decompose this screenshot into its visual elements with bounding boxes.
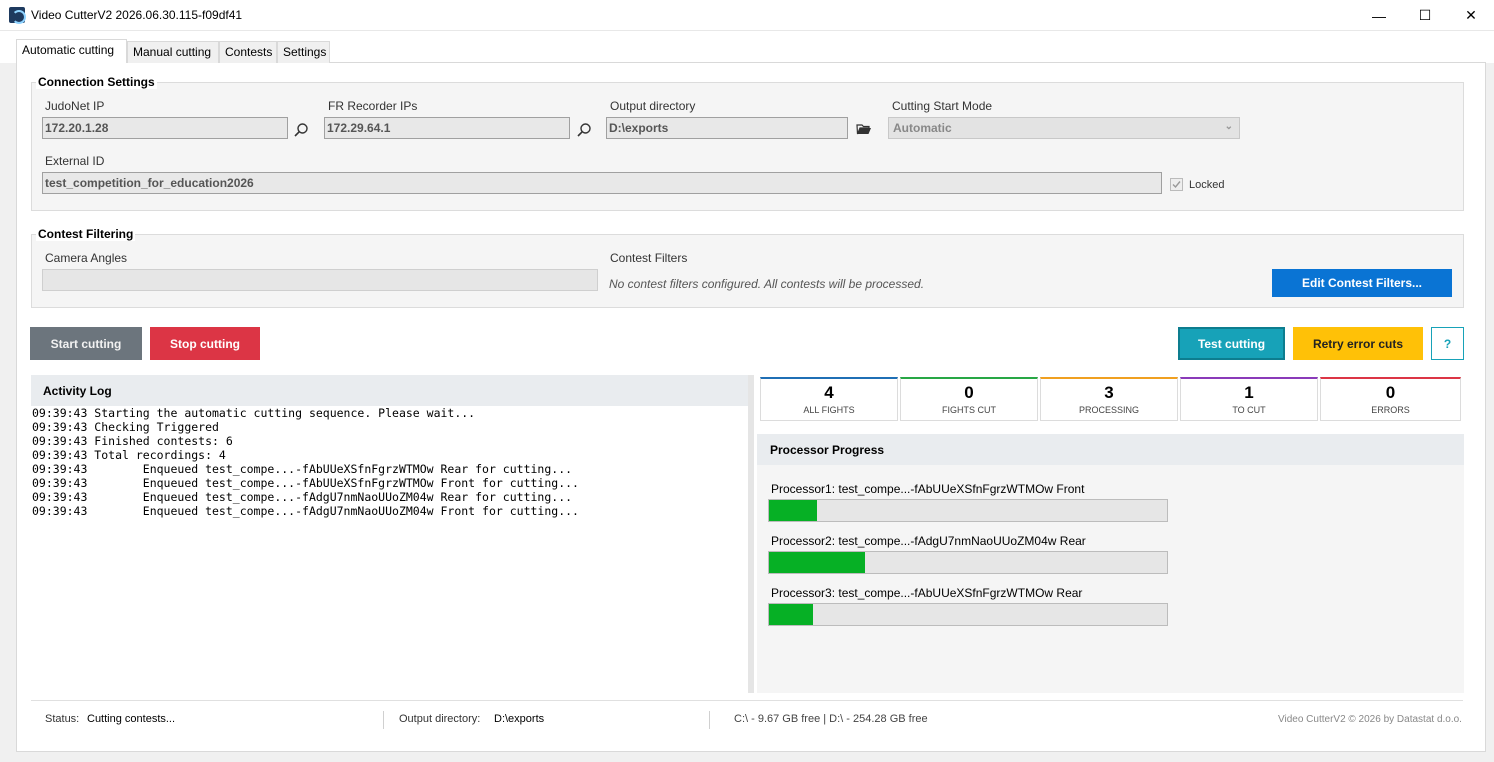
tab-manual-cutting[interactable]: Manual cutting [127,41,219,63]
disk-space-text: C:\ - 9.67 GB free | D:\ - 254.28 GB fre… [734,713,928,725]
progress-fill [769,604,813,625]
stat-fights-cut: 0 FIGHTS CUT [900,377,1038,421]
stat-value: 0 [1385,383,1396,402]
folder-open-icon[interactable] [855,120,873,138]
status-bar-divider [31,700,1463,701]
status-separator [383,711,384,729]
stat-label: FIGHTS CUT [942,405,996,415]
processor-progress-bar [768,499,1168,522]
search-icon[interactable] [575,121,593,139]
activity-log[interactable]: 09:39:43 Starting the automatic cutting … [31,406,748,693]
judonet-ip-field[interactable]: 172.20.1.28 [42,117,288,139]
log-line: 09:39:43 Checking Triggered [32,420,219,434]
stat-label: ERRORS [1371,405,1410,415]
log-line: 09:39:43 Enqueued test_compe...-fAdgU7nm… [32,490,573,504]
processor-progress-header: Processor Progress [757,434,1464,465]
status-output-label: Output directory: [399,713,481,725]
locked-label: Locked [1189,179,1225,191]
external-id-field[interactable]: test_competition_for_education2026 [42,172,1162,194]
chevron-down-icon: ⌄ [1224,121,1233,132]
stat-value: 4 [824,383,834,402]
stat-label: TO CUT [1232,405,1266,415]
progress-fill [769,500,817,521]
stat-value: 0 [964,383,974,402]
cutting-start-mode-value: Automatic [893,121,952,135]
activity-log-scrollbar[interactable] [748,375,754,693]
log-line: 09:39:43 Total recordings: 4 [32,448,226,462]
camera-angles-label: Camera Angles [45,251,128,265]
contest-filtering-title: Contest Filtering [36,227,136,241]
fr-recorder-label: FR Recorder IPs [328,99,418,113]
stop-cutting-button[interactable]: Stop cutting [150,327,260,360]
contest-filters-text: No contest filters configured. All conte… [609,277,925,291]
stat-value: 3 [1104,383,1114,402]
test-cutting-button[interactable]: Test cutting [1178,327,1285,360]
status-output-value: D:\exports [494,713,545,725]
stat-label: ALL FIGHTS [803,405,855,415]
processor-label: Processor2: test_compe...-fAdgU7nmNaoUUo… [771,534,1086,548]
help-button[interactable]: ? [1431,327,1464,360]
output-directory-label: Output directory [610,99,696,113]
stat-processing: 3 PROCESSING [1040,377,1178,421]
cutting-start-mode-select[interactable]: Automatic ⌄ [888,117,1240,139]
processor-progress-bar [768,603,1168,626]
processor-progress-bar [768,551,1168,574]
copyright-text: Video CutterV2 © 2026 by Datastat d.o.o. [1278,714,1462,725]
processor-label: Processor1: test_compe...-fAbUUeXSfnFgrz… [771,482,1085,496]
tab-contests[interactable]: Contests [219,41,277,63]
retry-error-cuts-button[interactable]: Retry error cuts [1293,327,1423,360]
search-icon[interactable] [292,121,310,139]
activity-log-header: Activity Log [31,375,748,406]
close-button[interactable]: ✕ [1448,0,1494,31]
edit-contest-filters-button[interactable]: Edit Contest Filters... [1272,269,1452,297]
stat-to-cut: 1 TO CUT [1180,377,1318,421]
stat-all-fights: 4 ALL FIGHTS [760,377,898,421]
camera-angles-field[interactable] [42,269,598,291]
minimize-button[interactable]: — [1356,0,1402,31]
log-line: 09:39:43 Finished contests: 6 [32,434,233,448]
stat-value: 1 [1244,383,1254,402]
progress-fill [769,552,865,573]
start-cutting-button[interactable]: Start cutting [30,327,142,360]
status-label: Status: [45,713,80,725]
stat-errors: 0 ERRORS [1320,377,1461,421]
tab-settings[interactable]: Settings [277,41,330,63]
stat-label: PROCESSING [1078,405,1139,415]
log-line: 09:39:43 Enqueued test_compe...-fAbUUeXS… [32,476,579,490]
processor-label: Processor3: test_compe...-fAbUUeXSfnFgrz… [771,586,1083,600]
status-separator [709,711,710,729]
log-line: 09:39:43 Enqueued test_compe...-fAbUUeXS… [32,462,573,476]
external-id-label: External ID [45,154,105,168]
output-directory-field[interactable]: D:\exports [606,117,848,139]
judonet-ip-label: JudoNet IP [45,99,105,113]
log-line: 09:39:43 Enqueued test_compe...-fAdgU7nm… [32,504,579,518]
maximize-button[interactable]: ☐ [1402,0,1448,31]
log-line: 09:39:43 Starting the automatic cutting … [32,406,476,420]
tab-automatic-cutting[interactable]: Automatic cutting [16,39,127,63]
locked-checkbox[interactable] [1170,178,1183,191]
app-logo-icon [9,7,26,24]
fr-recorder-field[interactable]: 172.29.64.1 [324,117,570,139]
cutting-start-mode-label: Cutting Start Mode [892,99,993,113]
status-value: Cutting contests... [87,713,176,725]
window-title: Video CutterV2 2026.06.30.115-f09df41 [31,8,243,22]
connection-settings-title: Connection Settings [36,75,157,89]
contest-filters-label: Contest Filters [610,251,688,265]
